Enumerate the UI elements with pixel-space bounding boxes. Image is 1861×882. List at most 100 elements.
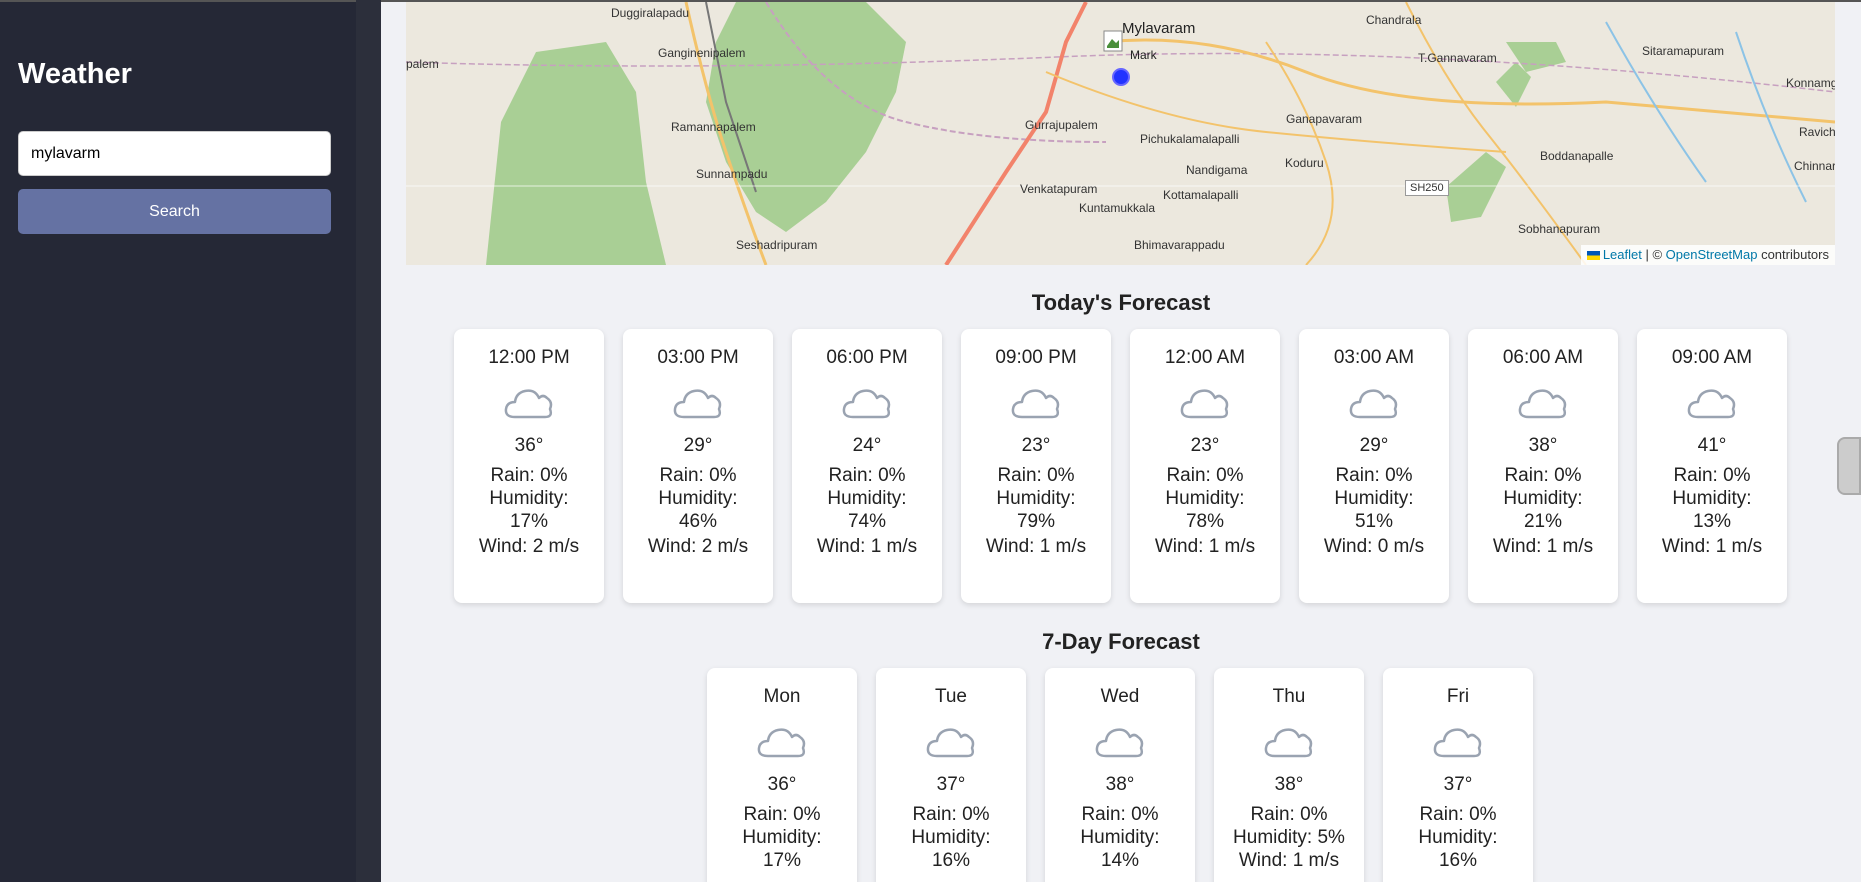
marker-label: Mark: [1130, 48, 1157, 62]
forecast-card: Wed 38° Rain: 0% Humidity: 14%: [1045, 668, 1195, 882]
forecast-wind: Wind: 2 m/s: [647, 536, 749, 557]
forecast-humidity: 46%: [678, 511, 718, 532]
cloud-icon: [1264, 728, 1313, 758]
map-place-label: Chandrala: [1366, 13, 1422, 27]
map-place-label: palem: [406, 57, 439, 71]
forecast-rain: Rain: 0%: [1419, 804, 1497, 825]
map-place-label: Gurrajupalem: [1025, 118, 1098, 132]
forecast-humidity: 16%: [931, 850, 971, 871]
sidebar: Weather Search: [0, 0, 356, 882]
forecast-period: 06:00 AM: [1502, 347, 1584, 368]
forecast-humidity-label: Humidity: 5%: [1233, 827, 1345, 848]
forecast-temp: 36°: [514, 435, 544, 456]
forecast-temp: 38°: [1105, 774, 1135, 795]
forecast-temp: 29°: [683, 435, 713, 456]
forecast-temp: 37°: [936, 774, 966, 795]
cloud-icon: [1518, 389, 1567, 419]
marker-pin-icon[interactable]: [1103, 30, 1123, 52]
forecast-rain: Rain: 0%: [1673, 465, 1751, 486]
map-place-label: Boddanapalle: [1540, 149, 1614, 163]
road-shield: SH250: [1405, 180, 1449, 196]
cloud-icon: [673, 389, 722, 419]
forecast-card: 09:00 AM 41° Rain: 0% Humidity: 13% Wind: 1 m…: [1637, 329, 1787, 603]
forecast-humidity: 79%: [1016, 511, 1056, 532]
forecast-period: Tue: [934, 686, 968, 707]
forecast-temp: 23°: [1190, 435, 1220, 456]
forecast-card: 03:00 AM 29° Rain: 0% Humidity: 51% Wind: 0 m…: [1299, 329, 1449, 603]
forecast-rain: Rain: 0%: [1081, 804, 1159, 825]
forecast-humidity-label: Humidity:: [1334, 488, 1414, 509]
cloud-icon: [926, 728, 975, 758]
location-marker[interactable]: [1112, 68, 1130, 86]
cloud-icon: [1095, 728, 1144, 758]
forecast-wind: Wind: 1 m/s: [985, 536, 1087, 557]
map-place-label: Venkatapuram: [1020, 182, 1098, 196]
forecast-card: Tue 37° Rain: 0% Humidity: 16%: [876, 668, 1026, 882]
forecast-humidity-label: Humidity:: [996, 488, 1076, 509]
attribution-suffix: contributors: [1757, 247, 1829, 262]
forecast-card: Fri 37° Rain: 0% Humidity: 16%: [1383, 668, 1533, 882]
forecast-period: Thu: [1272, 686, 1306, 707]
forecast-wind: Wind: 1 m/s: [816, 536, 918, 557]
attribution-separator: | ©: [1641, 247, 1666, 262]
forecast-rain: Rain: 0%: [1250, 804, 1328, 825]
forecast-temp: 24°: [852, 435, 882, 456]
today-forecast-list: 12:00 PM 36° Rain: 0% Humidity: 17% Wind: 2 m…: [454, 329, 1787, 603]
forecast-humidity-label: Humidity:: [1418, 827, 1498, 848]
forecast-humidity: 13%: [1692, 511, 1732, 532]
forecast-period: Fri: [1446, 686, 1470, 707]
forecast-humidity-label: Humidity:: [1503, 488, 1583, 509]
forecast-wind: Wind: 0 m/s: [1323, 536, 1425, 557]
forecast-humidity: 17%: [509, 511, 549, 532]
scroll-handle[interactable]: [1837, 437, 1861, 495]
forecast-rain: Rain: 0%: [912, 804, 990, 825]
forecast-temp: 37°: [1443, 774, 1473, 795]
today-forecast-title: Today's Forecast: [1031, 290, 1211, 315]
forecast-period: 06:00 PM: [826, 347, 908, 368]
forecast-temp: 29°: [1359, 435, 1389, 456]
cloud-icon: [1349, 389, 1398, 419]
cloud-icon: [504, 389, 553, 419]
forecast-card: Mon 36° Rain: 0% Humidity: 17%: [707, 668, 857, 882]
forecast-rain: Rain: 0%: [828, 465, 906, 486]
forecast-period: Mon: [763, 686, 801, 707]
map-place-label: Ganginenipalem: [658, 46, 746, 60]
forecast-temp: 36°: [767, 774, 797, 795]
map-place-label: Koduru: [1285, 156, 1324, 170]
forecast-humidity-label: Humidity:: [1672, 488, 1752, 509]
map-place-label: Ganapavaram: [1286, 112, 1363, 126]
map-place-label: Kuntamukkala: [1079, 201, 1156, 215]
forecast-period: 09:00 AM: [1671, 347, 1753, 368]
map-place-label: T.Gannavaram: [1418, 51, 1497, 65]
map[interactable]: Duggiralapadu Ganginenipalem Ramannapale…: [406, 2, 1835, 265]
forecast-rain: Rain: 0%: [659, 465, 737, 486]
forecast-humidity: 74%: [847, 511, 887, 532]
cloud-icon: [1687, 389, 1736, 419]
forecast-rain: Rain: 0%: [997, 465, 1075, 486]
forecast-rain: Rain: 0%: [1335, 465, 1413, 486]
forecast-card: 03:00 PM 29° Rain: 0% Humidity: 46% Wind: 2 m…: [623, 329, 773, 603]
main-content: Duggiralapadu Ganginenipalem Ramannapale…: [381, 0, 1861, 882]
forecast-humidity: 51%: [1354, 511, 1394, 532]
forecast-card: 06:00 AM 38° Rain: 0% Humidity: 21% Wind: 1 m…: [1468, 329, 1618, 603]
forecast-rain: Rain: 0%: [1166, 465, 1244, 486]
forecast-humidity-label: Humidity:: [1080, 827, 1160, 848]
forecast-wind: Wind: 1 m/s: [1154, 536, 1256, 557]
forecast-card: 12:00 AM 23° Rain: 0% Humidity: 78% Wind: 1 m…: [1130, 329, 1280, 603]
forecast-rain: Rain: 0%: [743, 804, 821, 825]
forecast-humidity: 17%: [762, 850, 802, 871]
forecast-humidity-label: Humidity:: [658, 488, 738, 509]
forecast-rain: Rain: 0%: [490, 465, 568, 486]
search-input[interactable]: [18, 131, 331, 176]
cloud-icon: [1180, 389, 1229, 419]
forecast-card: Thu 38° Rain: 0% Humidity: 5% Wind: 1 m/s: [1214, 668, 1364, 882]
map-place-label: Seshadripuram: [736, 238, 818, 252]
forecast-temp: 23°: [1021, 435, 1051, 456]
search-button[interactable]: Search: [18, 189, 331, 234]
map-place-label: Sitaramapuram: [1642, 44, 1725, 58]
forecast-rain: Rain: 0%: [1504, 465, 1582, 486]
cloud-icon: [1433, 728, 1482, 758]
map-place-label: Chinnaravi: [1794, 159, 1835, 173]
openstreetmap-link[interactable]: OpenStreetMap: [1666, 247, 1758, 262]
leaflet-link[interactable]: Leaflet: [1603, 247, 1642, 262]
